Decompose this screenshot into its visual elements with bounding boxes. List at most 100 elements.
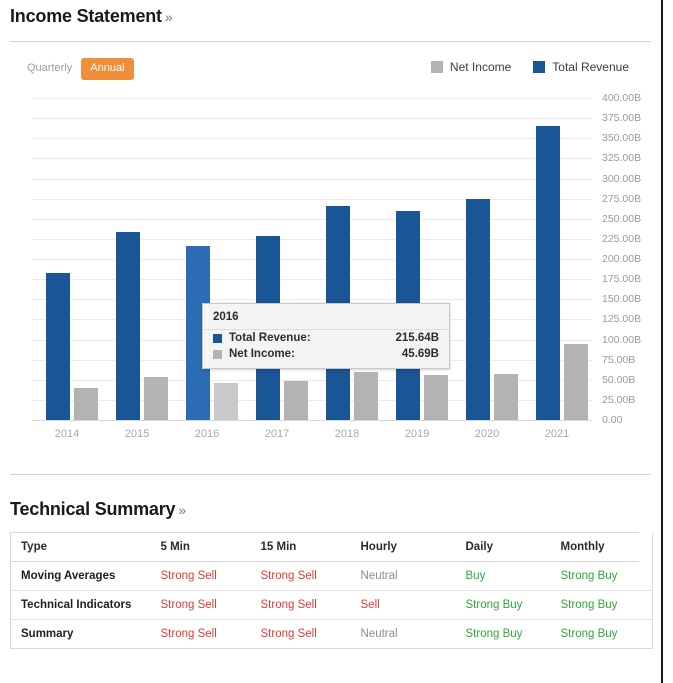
- cell-type: Moving Averages: [10, 561, 151, 591]
- period-toggle[interactable]: Quarterly Annual: [18, 58, 134, 80]
- cell-signal: Strong Sell: [250, 590, 351, 620]
- legend-item-net-income[interactable]: Net Income: [430, 60, 512, 74]
- cell-signal: Buy: [455, 561, 551, 591]
- toggle-annual[interactable]: Annual: [81, 58, 134, 80]
- bar-group[interactable]: [522, 98, 592, 420]
- legend-label-net-income: Net Income: [449, 60, 512, 74]
- bar-group[interactable]: [172, 98, 242, 420]
- technical-summary-table: Type 5 Min 15 Min Hourly Daily Monthly Moving…: [10, 532, 653, 649]
- x-axis-tick-label: 2015: [124, 428, 150, 440]
- bar-net-income[interactable]: [74, 388, 98, 420]
- y-axis-tick-label: 225.00B: [602, 232, 642, 245]
- income-statement-chart[interactable]: 0.00 25.00B 50.00B 75.00B 100.00B 125.00B 150.…: [10, 90, 651, 440]
- legend-label-total-revenue: Total Revenue: [552, 60, 629, 74]
- table-header-row: Type 5 Min 15 Min Hourly Daily Monthly: [10, 532, 653, 562]
- x-axis-tick-label: 2016: [194, 428, 220, 440]
- chart-legend: Net Income Total Revenue: [430, 60, 629, 74]
- cell-signal: Strong Buy: [550, 619, 639, 649]
- y-axis-tick-label: 200.00B: [602, 253, 642, 265]
- gridline: [32, 420, 592, 421]
- cell-signal: Strong Buy: [550, 590, 639, 620]
- y-axis-tick-label: 375.00B: [602, 112, 642, 125]
- x-axis-tick-label: 2021: [544, 428, 570, 440]
- bar-net-income[interactable]: [144, 377, 168, 420]
- y-axis-tick-label: 350.00B: [602, 132, 642, 145]
- x-axis-tick-label: 2020: [474, 428, 500, 440]
- tooltip-value-total-revenue: 215.64B: [395, 332, 439, 344]
- chevron-right-icon-2: »: [178, 502, 186, 518]
- y-axis-tick-label: 125.00B: [602, 313, 642, 326]
- technical-summary-heading[interactable]: Technical Summary»: [10, 493, 651, 520]
- bar-net-income[interactable]: [424, 375, 448, 420]
- tooltip-swatch-net-income: [213, 349, 222, 359]
- bar-group[interactable]: [312, 98, 382, 420]
- cell-signal: Neutral: [350, 619, 456, 649]
- table-column-header: 5 Min: [150, 532, 251, 562]
- y-axis-tick-label: 150.00B: [602, 293, 642, 306]
- chart-plot-area: [32, 98, 592, 421]
- table-column-header: Type: [10, 532, 151, 562]
- section-divider: [10, 474, 651, 475]
- cell-spacer: [638, 619, 653, 649]
- cell-type: Summary: [10, 619, 151, 649]
- bar-group[interactable]: [452, 98, 522, 420]
- chart-y-axis: 0.00 25.00B 50.00B 75.00B 100.00B 125.00B 150.…: [602, 90, 662, 430]
- bar-total-revenue[interactable]: [466, 199, 490, 420]
- chart-x-axis: 2014 2015 2016 2017 2018 2019 2020 2021: [32, 428, 592, 440]
- bar-total-revenue[interactable]: [116, 231, 140, 420]
- income-statement-heading[interactable]: Income Statement»: [10, 0, 651, 27]
- cell-signal: Sell: [350, 590, 456, 620]
- cell-signal: Strong Sell: [250, 561, 351, 591]
- bar-group[interactable]: [382, 98, 452, 420]
- bar-net-income[interactable]: [354, 372, 378, 420]
- y-axis-tick-label: 25.00B: [602, 393, 636, 406]
- bar-net-income[interactable]: [494, 373, 518, 420]
- table-row: Technical Indicators Strong Sell Strong Se…: [10, 590, 653, 620]
- bar-net-income[interactable]: [214, 383, 238, 420]
- table-column-header: 15 Min: [250, 532, 351, 562]
- cell-signal: Neutral: [350, 561, 456, 591]
- cell-signal: Strong Buy: [455, 619, 551, 649]
- tooltip-row-total-revenue: Total Revenue: 215.64B: [203, 330, 449, 346]
- y-axis-tick-label: 275.00B: [602, 192, 642, 205]
- technical-summary-title: Technical Summary: [10, 499, 176, 519]
- cell-signal: Strong Buy: [455, 590, 551, 620]
- tooltip-value-net-income: 45.69B: [401, 348, 439, 360]
- y-axis-tick-label: 50.00B: [602, 373, 636, 386]
- y-axis-tick-label: 400.00B: [602, 92, 642, 104]
- page-container: Income Statement» Quarterly Annual Net I…: [0, 0, 663, 683]
- income-statement-title: Income Statement: [10, 6, 162, 26]
- cell-spacer: [638, 590, 653, 620]
- cell-signal: Strong Sell: [150, 619, 251, 649]
- cell-spacer: [638, 561, 653, 591]
- cell-signal: Strong Sell: [150, 590, 251, 620]
- bar-net-income[interactable]: [564, 343, 588, 420]
- bar-net-income[interactable]: [284, 381, 308, 420]
- cell-signal: Strong Sell: [250, 619, 351, 649]
- chart-bars: [32, 98, 592, 420]
- bar-group[interactable]: [102, 98, 172, 420]
- table-column-header: Hourly: [350, 532, 456, 562]
- x-axis-tick-label: 2017: [264, 428, 290, 440]
- bar-total-revenue[interactable]: [536, 125, 560, 420]
- chart-controls: Quarterly Annual Net Income Total Revenu…: [10, 54, 651, 88]
- bar-total-revenue[interactable]: [46, 272, 70, 420]
- tooltip-row-net-income: Net Income: 45.69B: [203, 346, 449, 368]
- bar-group[interactable]: [242, 98, 312, 420]
- y-axis-tick-label: 250.00B: [602, 212, 642, 225]
- y-axis-tick-label: 300.00B: [602, 172, 642, 185]
- y-axis-tick-label: 75.00B: [602, 353, 636, 366]
- heading-divider: [10, 41, 651, 42]
- table-row: Moving Averages Strong Sell Strong Sell Neu…: [10, 561, 653, 591]
- y-axis-tick-label: 100.00B: [602, 333, 642, 346]
- toggle-quarterly[interactable]: Quarterly: [18, 58, 81, 80]
- cell-type: Technical Indicators: [10, 590, 151, 620]
- table-row: Summary Strong Sell Strong Sell Neutral Stro…: [10, 619, 653, 649]
- y-axis-tick-label: 175.00B: [602, 273, 642, 286]
- legend-item-total-revenue[interactable]: Total Revenue: [533, 60, 629, 74]
- tooltip-title: 2016: [203, 304, 449, 330]
- table-body: Moving Averages Strong Sell Strong Sell Neu…: [10, 561, 653, 649]
- bar-group[interactable]: [32, 98, 102, 420]
- x-axis-tick-label: 2014: [54, 428, 80, 440]
- x-axis-tick-label: 2019: [404, 428, 430, 440]
